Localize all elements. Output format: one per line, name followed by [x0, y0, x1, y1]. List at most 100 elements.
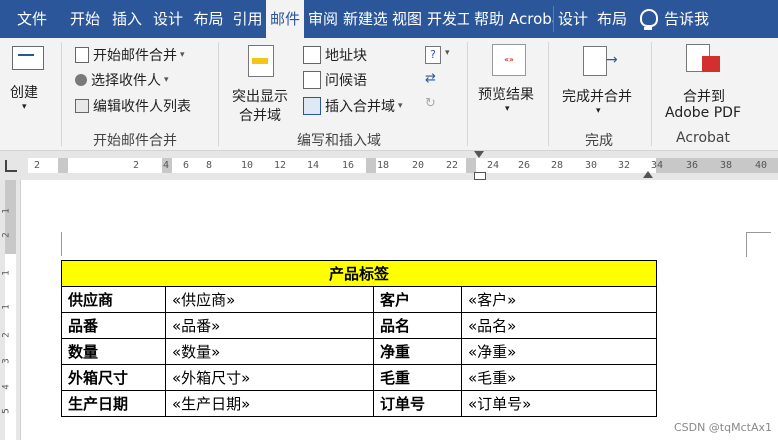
lightbulb-icon	[640, 9, 658, 27]
table-key-cell[interactable]: 外箱尺寸	[61, 364, 166, 391]
tab-help[interactable]: 帮助	[470, 0, 508, 38]
highlight-merge-fields-button[interactable]: 突出显示	[232, 86, 288, 106]
group-separator	[548, 42, 549, 146]
ruler-number: 36	[686, 160, 699, 171]
table-title-row: 产品标签	[61, 260, 657, 287]
finish-merge-icon	[583, 46, 607, 76]
ruler-number: 12	[274, 160, 287, 171]
table-key-cell[interactable]: 毛重	[373, 364, 462, 391]
tab-developer[interactable]: 开发工	[427, 0, 469, 38]
ruler-number: 34	[651, 160, 664, 171]
horizontal-ruler[interactable]: 2 2 4 6 8 10 12 14 16 18 20 22 24 26 28 …	[0, 151, 778, 181]
group-separator	[651, 42, 652, 146]
start-mail-merge-label: 开始邮件合并	[93, 48, 177, 64]
table-key-cell[interactable]: 生产日期	[61, 390, 166, 417]
merge-field-cell[interactable]: «订单号»	[461, 390, 657, 417]
tab-file[interactable]: 文件	[0, 0, 64, 38]
merge-field-cell[interactable]: «外箱尺寸»	[165, 364, 374, 391]
tell-me-search[interactable]: 告诉我	[664, 0, 724, 38]
tab-references[interactable]: 引用	[229, 0, 266, 38]
tab-home[interactable]: 开始	[64, 0, 106, 38]
update-labels-icon[interactable]: ↻	[425, 96, 441, 112]
vruler-number: 1	[1, 270, 12, 276]
merge-field-cell[interactable]: «品名»	[461, 312, 657, 339]
address-block-label: 地址块	[325, 48, 367, 64]
start-mail-merge-button[interactable]: 开始邮件合并 ▾	[75, 44, 185, 66]
highlight-merge-fields-label-2: 合并域	[239, 108, 281, 124]
lightbulb-base-icon	[644, 27, 652, 30]
envelope-line-icon	[18, 54, 34, 56]
ruler-number: 8	[206, 160, 213, 171]
tab-new[interactable]: 新建选	[343, 0, 387, 38]
tab-insert[interactable]: 插入	[107, 0, 147, 38]
tab-design[interactable]: 设计	[148, 0, 188, 38]
indent-marker-bottom-icon[interactable]	[474, 172, 486, 180]
finish-merge-button[interactable]: 完成并合并	[562, 86, 632, 106]
tab-table-layout[interactable]: 布局	[593, 0, 631, 38]
merge-to-adobe-pdf-button[interactable]: 合并到	[683, 86, 725, 106]
vruler-number: 5	[1, 408, 12, 414]
table-row: 外箱尺寸 «外箱尺寸» 毛重 «毛重»	[61, 364, 657, 391]
table-key-cell[interactable]: 供应商	[61, 286, 166, 313]
acrobat-group-label: Acrobat	[676, 130, 730, 146]
merge-field-cell[interactable]: «毛重»	[461, 364, 657, 391]
merge-field-cell[interactable]: «净重»	[461, 338, 657, 365]
create-button[interactable]: 创建	[10, 82, 38, 102]
tab-mailings[interactable]: 邮件	[266, 0, 304, 38]
table-title[interactable]: 产品标签	[61, 260, 657, 287]
vruler-number: 4	[1, 384, 12, 390]
ruler-number: 40	[755, 160, 768, 171]
product-label-table[interactable]: 产品标签 供应商 «供应商» 客户 «客户» 品番 «品番» 品名 «品名» 数…	[61, 260, 657, 417]
ruler-number: 30	[585, 160, 598, 171]
table-key-cell[interactable]: 净重	[373, 338, 462, 365]
ribbon: 创建 ▾ 开始邮件合并 ▾ 选择收件人 ▾ 编辑收件人列表 开始邮件合并 突出显示 …	[0, 38, 778, 151]
highlight-bar-icon	[252, 58, 268, 64]
insert-merge-field-button[interactable]: 插入合并域 ▾	[303, 95, 403, 117]
merge-field-cell[interactable]: «品番»	[165, 312, 374, 339]
group-separator	[61, 42, 62, 146]
table-key-cell[interactable]: 订单号	[373, 390, 462, 417]
ruler-number: 28	[551, 160, 564, 171]
ruler-number: 38	[720, 160, 733, 171]
ruler-number: 2	[133, 160, 140, 171]
indent-marker-icon[interactable]	[474, 151, 484, 158]
match-fields-icon[interactable]: ⇄	[425, 71, 441, 87]
table-key-cell[interactable]: 品名	[373, 312, 462, 339]
tab-selector-icon[interactable]	[5, 160, 17, 172]
preview-results-button[interactable]: 预览结果	[478, 84, 534, 104]
table-key-cell[interactable]: 品番	[61, 312, 166, 339]
ruler-marker	[466, 158, 476, 173]
insert-merge-field-label: 插入合并域	[325, 99, 395, 115]
tab-acrobat[interactable]: Acrobat	[509, 0, 553, 38]
merge-field-cell[interactable]: «供应商»	[165, 286, 374, 313]
table-key-cell[interactable]: 客户	[373, 286, 462, 313]
edit-recipient-list-label: 编辑收件人列表	[93, 99, 191, 115]
right-indent-icon[interactable]	[643, 171, 653, 178]
group-separator	[218, 42, 219, 146]
table-row: 数量 «数量» 净重 «净重»	[61, 338, 657, 365]
ruler-number: 16	[342, 160, 355, 171]
table-key-cell[interactable]: 数量	[61, 338, 166, 365]
select-recipients-button[interactable]: 选择收件人 ▾	[75, 69, 169, 91]
greeting-line-label: 问候语	[325, 73, 367, 89]
tab-table-design[interactable]: 设计	[554, 0, 592, 38]
merge-to-adobe-pdf-label-2: Adobe PDF	[665, 105, 742, 121]
merge-field-cell[interactable]: «数量»	[165, 338, 374, 365]
table-row: 供应商 «供应商» 客户 «客户»	[61, 286, 657, 313]
merge-field-cell[interactable]: «生产日期»	[165, 390, 374, 417]
table-row: 生产日期 «生产日期» 订单号 «订单号»	[61, 390, 657, 417]
rules-icon[interactable]: ?	[425, 46, 441, 64]
edit-recipient-list-button[interactable]: 编辑收件人列表	[75, 95, 191, 117]
chevron-down-icon: ▾	[445, 48, 450, 58]
tab-review[interactable]: 审阅	[304, 0, 342, 38]
greeting-line-icon	[303, 71, 321, 89]
vertical-ruler[interactable]: 1 2 1 1 2 3 4 5	[0, 180, 21, 440]
ruler-number: 18	[377, 160, 390, 171]
tab-layout[interactable]: 布局	[189, 0, 228, 38]
table-row: 品番 «品番» 品名 «品名»	[61, 312, 657, 339]
greeting-line-button[interactable]: 问候语	[303, 69, 367, 91]
ruler-number: 6	[183, 160, 190, 171]
merge-field-cell[interactable]: «客户»	[461, 286, 657, 313]
tab-view[interactable]: 视图	[388, 0, 426, 38]
address-block-button[interactable]: 地址块	[303, 44, 367, 66]
